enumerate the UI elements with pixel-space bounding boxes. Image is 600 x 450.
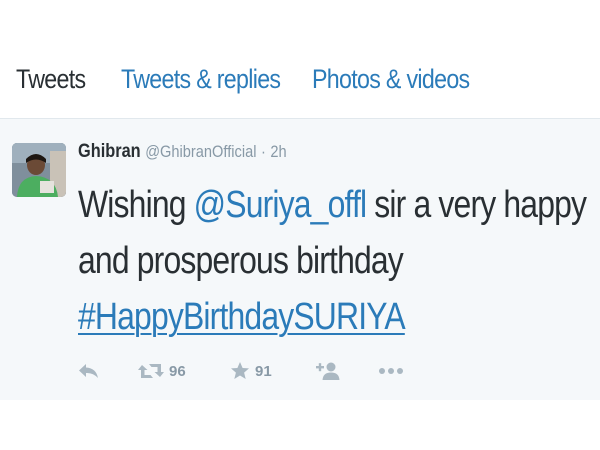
more-icon bbox=[379, 368, 403, 374]
favorite-button[interactable]: 91 bbox=[230, 359, 272, 383]
avatar[interactable] bbox=[12, 143, 66, 197]
reply-button[interactable] bbox=[78, 359, 100, 383]
star-icon bbox=[231, 362, 249, 379]
tweet-text-prefix: Wishing bbox=[78, 184, 194, 226]
mention-link[interactable]: @Suriya_offl bbox=[194, 184, 367, 226]
follow-button[interactable] bbox=[316, 359, 342, 383]
tweet-header: Ghibran @GhibranOfficial · 2h bbox=[78, 141, 287, 163]
retweet-icon bbox=[138, 364, 164, 378]
tab-photos-and-videos[interactable]: Photos & videos bbox=[312, 64, 470, 95]
retweet-count: 96 bbox=[169, 362, 186, 380]
header-separator: · bbox=[261, 142, 266, 161]
hashtag-link[interactable]: #HappyBirthdaySURIYA bbox=[78, 296, 406, 338]
avatar-photo bbox=[12, 143, 66, 197]
add-user-icon bbox=[316, 362, 340, 380]
tweet[interactable]: Ghibran @GhibranOfficial · 2h Wishing @S… bbox=[0, 119, 600, 400]
favorite-count: 91 bbox=[255, 362, 272, 380]
more-button[interactable] bbox=[378, 359, 404, 383]
tweet-actions: 96 91 bbox=[78, 359, 438, 383]
profile-tabs: Tweets Tweets & replies Photos & videos bbox=[0, 50, 600, 119]
author-username[interactable]: @GhibranOfficial bbox=[145, 142, 256, 161]
tweet-text: Wishing @Suriya_offl sir a very happy an… bbox=[78, 177, 599, 345]
reply-icon bbox=[79, 364, 98, 378]
retweet-button[interactable]: 96 bbox=[138, 359, 186, 383]
tab-tweets[interactable]: Tweets bbox=[16, 64, 86, 95]
author-fullname[interactable]: Ghibran bbox=[78, 141, 141, 162]
profile-timeline: Tweets Tweets & replies Photos & videos … bbox=[0, 0, 600, 450]
tweet-timestamp[interactable]: 2h bbox=[270, 142, 286, 161]
tab-tweets-and-replies[interactable]: Tweets & replies bbox=[121, 64, 281, 95]
